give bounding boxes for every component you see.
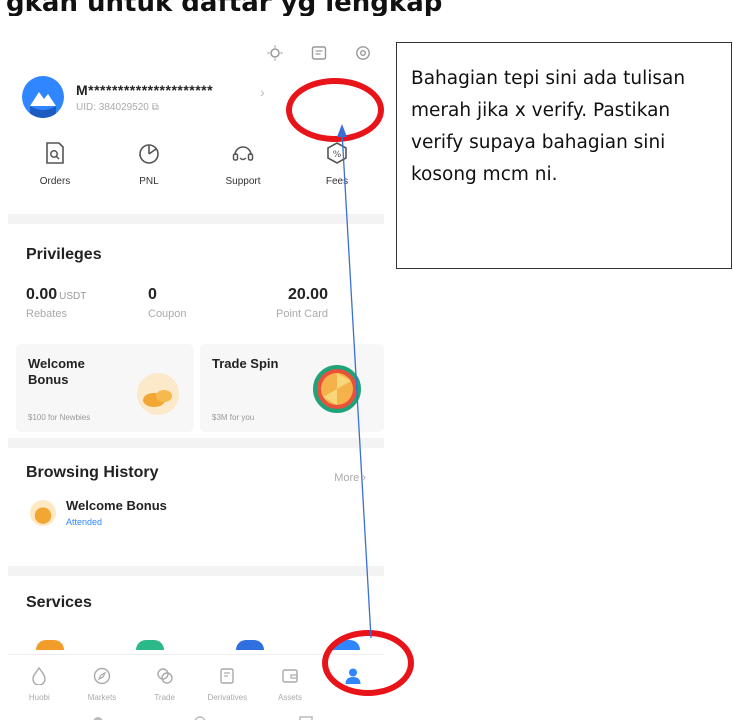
services-title: Services [26,594,92,611]
service-icon[interactable] [236,640,264,650]
assets-icon [282,669,298,683]
tab-label: Huobi [28,693,50,702]
derivatives-icon [220,668,234,684]
coupon-stat[interactable]: 0 Coupon [148,286,187,320]
sun-icon[interactable] [266,44,284,62]
copy-icon[interactable]: ⧉ [152,102,159,113]
point-label: Point Card [276,308,328,320]
quick-action-pnl[interactable]: PNL [109,138,189,187]
more-link-label: More [334,472,360,484]
quick-action-support[interactable]: Support [203,138,283,187]
fees-icon: % [322,138,352,168]
quick-action-label: Orders [39,176,71,187]
section-divider [8,214,384,224]
spin-wheel-icon [313,365,361,413]
trade-spin-card[interactable]: Trade Spin $3M for you [200,344,384,432]
section-divider [8,566,384,576]
profile-uid-text: UID: 384029520 [76,101,149,113]
tab-assets[interactable]: Assets [260,667,320,702]
quick-actions: Orders PNL Support % Fees [8,138,384,187]
gift-coins-icon [137,373,179,415]
quick-action-label: PNL [139,176,159,187]
quick-action-orders[interactable]: Orders [15,138,95,187]
tab-markets[interactable]: Markets [72,667,132,702]
profile-name: M********************* [76,81,214,98]
welcome-bonus-icon [30,499,56,526]
tab-trade[interactable]: Trade [135,667,195,702]
card-title: Welcome Bonus [28,356,85,387]
trade-icon [156,668,173,684]
profile-header[interactable]: M********************* UID: 384029520 ⧉ [22,76,213,118]
quick-action-label: Support [225,176,261,187]
point-value: 20.00 [287,286,328,303]
support-icon [228,138,258,168]
annotation-callout: Bahagian tepi sini ada tulisan merah jik… [396,42,732,269]
cut-off-icons-row [93,716,313,720]
tab-label: Derivatives [207,693,248,702]
card-subtitle: $3M for you [212,413,255,422]
callout-text: Bahagian tepi sini ada tulisan merah jik… [411,68,686,185]
document-heading-fragment: gkah untuk daftar yg lengkap [6,0,443,16]
history-item-tag: Attended [66,517,103,527]
top-toolbar [266,44,372,62]
browsing-history-title: Browsing History [26,464,159,481]
section-divider [8,438,384,448]
quick-action-fees[interactable]: % Fees [297,138,377,187]
avatar[interactable] [22,76,64,118]
rebates-unit: USDT [59,291,87,302]
service-icon[interactable] [136,640,164,650]
card-subtitle: $100 for Newbies [28,413,91,422]
card-title: Trade Spin [212,356,279,371]
point-card-stat[interactable]: 20.00 Point Card [276,286,328,320]
welcome-bonus-card[interactable]: Welcome Bonus $100 for Newbies [16,344,194,432]
history-item[interactable]: Welcome Bonus Attended [30,498,167,527]
rebates-stat[interactable]: 0.00 USDT Rebates [26,286,86,320]
service-icon[interactable] [36,640,64,650]
huobi-icon [32,667,47,685]
tab-label: Assets [277,693,302,702]
coupon-label: Coupon [148,308,187,320]
tab-huobi[interactable]: Huobi [9,667,69,702]
tab-label: Trade [154,693,175,702]
chevron-right-icon: › [362,472,366,484]
chevron-right-icon[interactable]: › [260,84,265,100]
pnl-icon [134,138,164,168]
history-item-title: Welcome Bonus [66,498,167,513]
profile-uid: UID: 384029520 ⧉ [76,102,213,113]
tab-label: Markets [87,693,117,702]
rebates-label: Rebates [26,308,67,320]
message-icon[interactable] [310,44,328,62]
more-link[interactable]: More › [334,472,366,484]
coupon-value: 0 [148,286,157,303]
rebates-value: 0.00 [26,286,58,303]
quick-action-label: Fees [325,176,349,187]
settings-icon[interactable] [354,44,372,62]
highlight-ring-profile-tab [322,630,414,696]
highlight-ring-verify-area [286,78,384,142]
orders-icon [40,138,70,168]
svg-text:%: % [333,150,342,160]
tab-derivatives[interactable]: Derivatives [197,667,257,702]
markets-icon [93,667,111,685]
privileges-title: Privileges [26,246,102,263]
